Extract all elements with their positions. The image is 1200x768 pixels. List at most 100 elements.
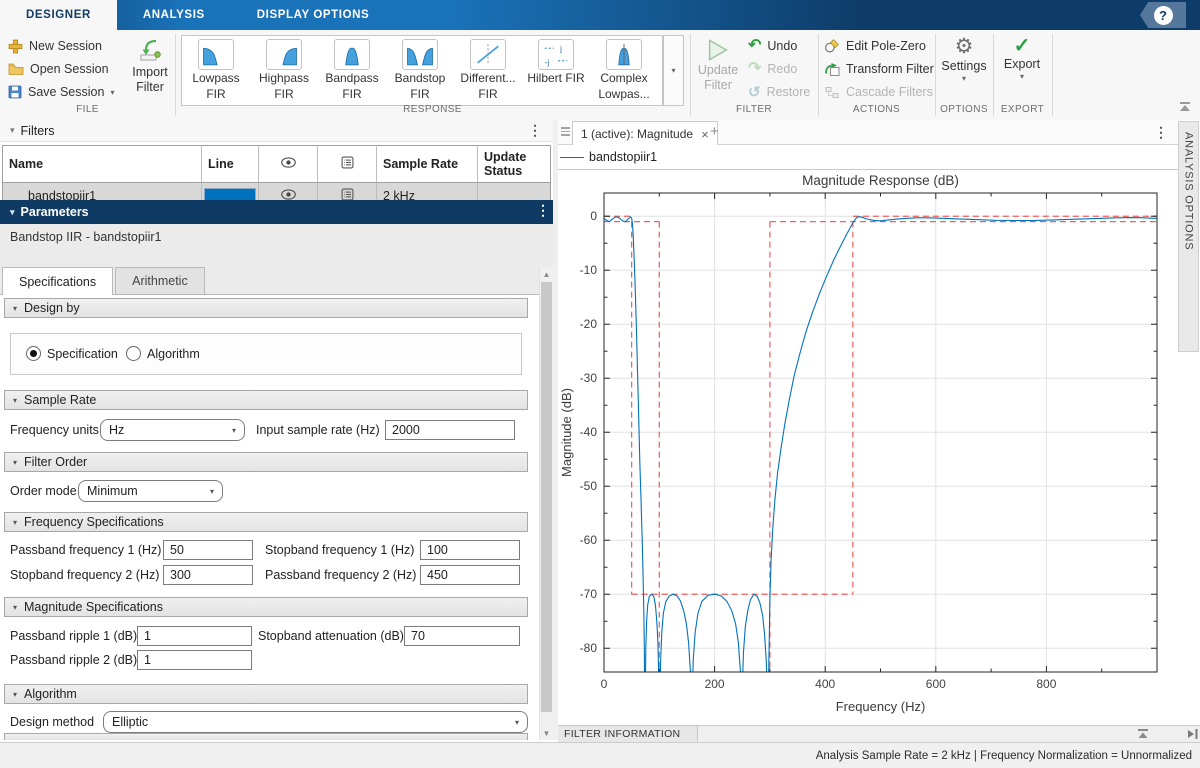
frequency-specifications-section-header[interactable]: ▾ Frequency Specifications — [4, 512, 528, 532]
parameters-tab-bar: Specifications Arithmetic — [0, 268, 553, 295]
edit-pole-zero-button[interactable]: Edit Pole-Zero — [824, 36, 926, 56]
magnitude-specifications-section-header[interactable]: ▾ Magnitude Specifications — [4, 597, 528, 617]
tab-arithmetic[interactable]: Arithmetic — [115, 267, 205, 294]
tab-analysis[interactable]: ANALYSIS — [117, 0, 231, 30]
svg-text:-70: -70 — [580, 587, 598, 601]
hilbert-fir-button[interactable]: j-j Hilbert FIR — [522, 36, 590, 105]
bandstop-fir-button[interactable]: Bandstop FIR — [386, 36, 454, 105]
export-dropdown-caret: ▾ — [1020, 72, 1024, 81]
close-tab-icon[interactable]: × — [701, 127, 709, 142]
collapse-panel-icon[interactable] — [1185, 728, 1199, 740]
docbar-grip-icon[interactable] — [561, 127, 570, 138]
passband-frequency-1-field[interactable] — [163, 540, 253, 560]
svg-text:-60: -60 — [580, 533, 598, 547]
scroll-to-top-icon[interactable] — [1136, 728, 1150, 740]
magnitude-response-plot[interactable]: 02004006008000-10-20-30-40-50-60-70-80Ma… — [558, 169, 1178, 726]
tab-specifications[interactable]: Specifications — [2, 267, 113, 295]
order-mode-label: Order mode — [10, 480, 77, 502]
svg-text:j: j — [559, 43, 562, 53]
parameters-collapse-icon: ▾ — [10, 207, 15, 218]
radio-algorithm-button[interactable] — [126, 346, 141, 361]
bandpass-fir-button[interactable]: Bandpass FIR — [318, 36, 386, 105]
settings-dropdown-caret: ▾ — [962, 74, 966, 83]
export-section-label: EXPORT — [993, 104, 1052, 115]
parameters-panel-title: Parameters — [21, 205, 89, 219]
passband-ripple-1-field[interactable] — [137, 626, 252, 646]
list-icon — [341, 156, 354, 169]
plot-legend: bandstopiir1 — [558, 145, 1178, 169]
undo-button[interactable]: ↶ Undo — [748, 36, 797, 56]
scroll-down-icon[interactable]: ▼ — [540, 727, 553, 740]
design-by-section-header[interactable]: ▾ Design by — [4, 298, 528, 318]
update-filter-button[interactable]: Update Filter — [694, 38, 742, 92]
design-method-select[interactable]: Elliptic ▾ — [103, 711, 528, 733]
specifications-content: ▾ Design by Specification Algorithm ▾ Sa… — [0, 295, 539, 740]
edit-pole-zero-icon — [824, 38, 840, 54]
lowpass-fir-button[interactable]: Lowpass FIR — [182, 36, 250, 105]
passband-ripple-2-field[interactable] — [137, 650, 252, 670]
help-button[interactable]: ? — [1140, 2, 1186, 28]
open-session-button[interactable]: Open Session — [8, 59, 109, 79]
algorithm-section-header[interactable]: ▾ Algorithm — [4, 684, 528, 704]
analysis-options-tab[interactable]: ANALYSIS OPTIONS — [1178, 121, 1199, 352]
order-mode-select[interactable]: Minimum ▾ — [78, 480, 223, 502]
differentiator-fir-button[interactable]: Different... FIR — [454, 36, 522, 105]
complex-lowpass-button[interactable]: Complex Lowpas... — [590, 36, 658, 105]
legend-line-sample — [560, 157, 584, 158]
collapse-ribbon-button[interactable] — [1178, 102, 1192, 114]
svg-text:-80: -80 — [580, 641, 598, 655]
sample-rate-section-header[interactable]: ▾ Sample Rate — [4, 390, 528, 410]
svg-text:Frequency (Hz): Frequency (Hz) — [836, 699, 926, 714]
column-update-status: Update Status — [478, 146, 551, 183]
gallery-expand-button[interactable]: ▾ — [663, 35, 684, 106]
docbar-menu-kebab-icon[interactable]: ⋮ — [1154, 124, 1168, 141]
parameters-scrollbar[interactable]: ▲ ▼ — [539, 268, 553, 740]
export-button[interactable]: ✓ Export ▾ — [995, 36, 1049, 81]
stopband-frequency-1-label: Stopband frequency 1 (Hz) — [265, 539, 414, 561]
filter-information-tab[interactable]: FILTER INFORMATION — [558, 726, 698, 742]
frequency-units-select[interactable]: Hz ▾ — [100, 419, 245, 441]
save-session-dropdown-caret[interactable]: ▾ — [110, 88, 114, 97]
tab-display-options[interactable]: DISPLAY OPTIONS — [231, 0, 396, 30]
magnitude-doc-tab[interactable]: 1 (active): Magnitude × — [572, 121, 718, 146]
new-analysis-tab-button[interactable]: + — [710, 123, 719, 140]
column-info — [318, 146, 377, 183]
scrollbar-thumb[interactable] — [541, 282, 552, 712]
save-session-button[interactable]: Save Session ▾ — [8, 82, 114, 102]
section-collapse-icon: ▾ — [13, 518, 17, 527]
svg-text:-50: -50 — [580, 479, 598, 493]
response-gallery: Lowpass FIR Highpass FIR Bandpass FIR Ba… — [181, 35, 663, 106]
input-sample-rate-field[interactable] — [385, 420, 515, 440]
svg-text:200: 200 — [705, 677, 725, 691]
filter-order-section-header[interactable]: ▾ Filter Order — [4, 452, 528, 472]
restore-button[interactable]: ↺ Restore — [748, 82, 810, 102]
document-tab-bar: 1 (active): Magnitude × + ⋮ — [558, 120, 1178, 145]
tab-designer[interactable]: DESIGNER — [0, 0, 117, 30]
magnitude-response-chart[interactable]: 02004006008000-10-20-30-40-50-60-70-80Ma… — [558, 170, 1178, 726]
new-session-button[interactable]: New Session — [8, 36, 102, 56]
passband-frequency-2-label: Passband frequency 2 (Hz) — [265, 564, 416, 586]
stopband-attenuation-field[interactable] — [404, 626, 520, 646]
radio-algorithm[interactable]: Algorithm — [126, 346, 200, 361]
stopband-frequency-2-field[interactable] — [163, 565, 253, 585]
import-filter-button[interactable]: Import Filter — [128, 38, 172, 94]
highpass-fir-button[interactable]: Highpass FIR — [250, 36, 318, 105]
radio-specification[interactable]: Specification — [26, 346, 118, 361]
transform-filter-button[interactable]: Transform Filter — [824, 59, 934, 79]
filters-panel-header[interactable]: ▾ Filters ⋮ — [0, 120, 553, 142]
filters-menu-kebab-icon[interactable]: ⋮ — [528, 122, 542, 139]
transform-filter-icon — [824, 61, 840, 77]
passband-frequency-2-field[interactable] — [420, 565, 520, 585]
svg-text:0: 0 — [590, 209, 597, 223]
parameters-menu-kebab-icon[interactable]: ⋮ — [536, 202, 550, 219]
radio-specification-button[interactable] — [26, 346, 41, 361]
svg-text:-j: -j — [545, 57, 550, 67]
stopband-frequency-1-field[interactable] — [420, 540, 520, 560]
response-section-label: RESPONSE — [175, 104, 690, 115]
cascade-filters-button[interactable]: Cascade Filters — [824, 82, 933, 102]
scroll-up-icon[interactable]: ▲ — [540, 268, 553, 281]
parameters-panel-header[interactable]: ▾ Parameters ⋮ — [0, 200, 553, 224]
settings-button[interactable]: ⚙ Settings ▾ — [937, 36, 991, 83]
restore-icon: ↺ — [748, 85, 761, 100]
redo-button[interactable]: ↷ Redo — [748, 59, 797, 79]
